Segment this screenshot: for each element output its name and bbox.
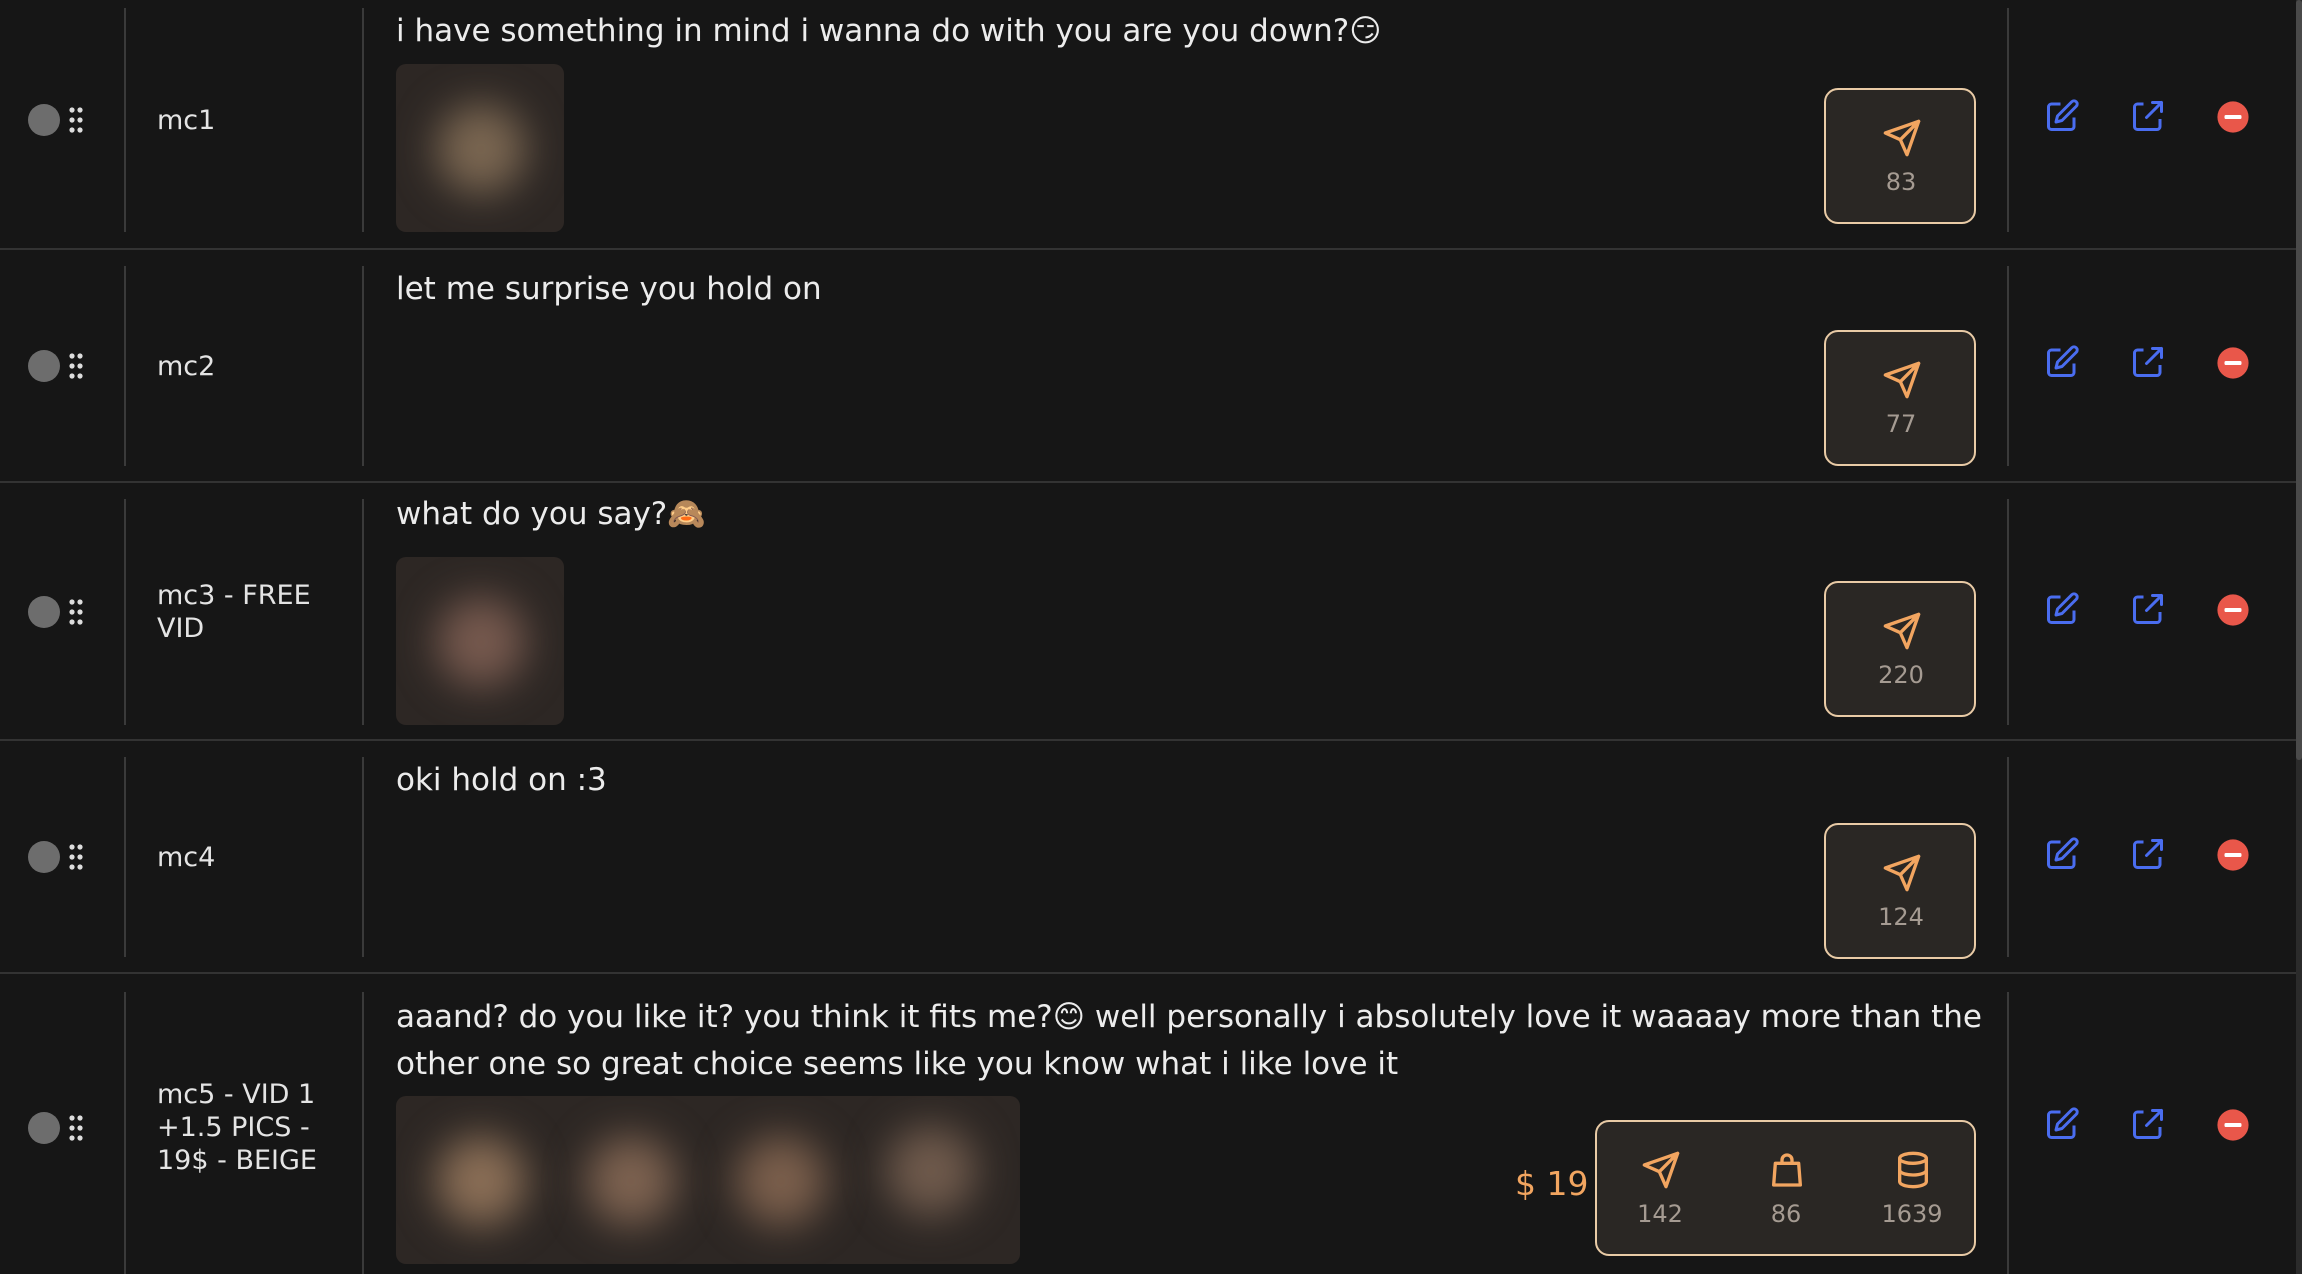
delete-icon[interactable] [2216, 100, 2250, 134]
row-label: mc4 [157, 842, 216, 873]
column-divider [362, 8, 364, 232]
column-divider [362, 757, 364, 957]
stats-box: 142 86 1639 [1595, 1120, 1976, 1256]
scrollbar-thumb[interactable] [2296, 0, 2302, 760]
message-text: oki hold on :3 [396, 762, 607, 798]
edit-icon[interactable] [2044, 98, 2080, 134]
send-icon [1642, 1151, 1680, 1189]
price-label: $ 19 [1515, 1164, 1589, 1203]
column-divider [124, 499, 126, 725]
column-divider [362, 266, 364, 466]
column-divider [2007, 992, 2009, 1274]
edit-icon[interactable] [2044, 1106, 2080, 1142]
share-icon[interactable] [2130, 836, 2166, 872]
message-text: let me surprise you hold on [396, 271, 822, 307]
edit-icon[interactable] [2044, 591, 2080, 627]
message-text: i have something in mind i wanna do with… [396, 13, 1382, 49]
drag-handle-icon[interactable] [68, 844, 84, 870]
stat-count: 220 [1878, 661, 1924, 689]
message-text: what do you say?🙈 [396, 496, 706, 532]
delete-icon[interactable] [2216, 593, 2250, 627]
column-divider [124, 992, 126, 1274]
stat-sent: 83 [1838, 90, 1964, 222]
send-icon [1883, 119, 1921, 157]
send-icon [1883, 854, 1921, 892]
select-radio[interactable] [28, 596, 60, 628]
message-table: mc1 i have something in mind i wanna do … [0, 0, 2296, 1274]
column-divider [2007, 266, 2009, 466]
message-text: aaand? do you like it? you think it fits… [396, 999, 1982, 1082]
drag-handle-icon[interactable] [68, 107, 84, 133]
table-row: mc1 i have something in mind i wanna do … [0, 0, 2296, 250]
column-divider [2007, 757, 2009, 957]
stat-count: 83 [1885, 168, 1917, 196]
stat-sent: 142 [1597, 1122, 1723, 1254]
edit-icon[interactable] [2044, 344, 2080, 380]
select-radio[interactable] [28, 350, 60, 382]
delete-icon[interactable] [2216, 838, 2250, 872]
row-label: mc1 [157, 105, 216, 136]
table-row: mc4 oki hold on :3 124 [0, 741, 2296, 974]
share-icon[interactable] [2130, 98, 2166, 134]
column-divider [362, 499, 364, 725]
column-divider [2007, 499, 2009, 725]
stat-sent: 124 [1838, 825, 1964, 957]
column-divider [124, 266, 126, 466]
stats-box: 124 [1824, 823, 1976, 959]
drag-handle-icon[interactable] [68, 599, 84, 625]
select-radio[interactable] [28, 841, 60, 873]
column-divider [362, 992, 364, 1274]
table-row: mc5 - VID 1 +1.5 PICS - 19$ - BEIGE aaan… [0, 974, 2296, 1274]
select-radio[interactable] [28, 104, 60, 136]
table-row: mc3 - FREE VID what do you say?🙈 220 [0, 483, 2296, 741]
media-thumbnail[interactable] [396, 64, 564, 232]
stats-box: 220 [1824, 581, 1976, 717]
edit-icon[interactable] [2044, 836, 2080, 872]
row-label: mc5 - VID 1 +1.5 PICS - 19$ - BEIGE [157, 1079, 317, 1176]
stat-count: 77 [1885, 410, 1917, 438]
table-row: mc2 let me surprise you hold on 77 [0, 250, 2296, 483]
stat-count: 1639 [1881, 1200, 1943, 1228]
stat-count: 124 [1878, 903, 1924, 931]
send-icon [1883, 361, 1921, 399]
send-icon [1883, 612, 1921, 650]
stats-box: 83 [1824, 88, 1976, 224]
share-icon[interactable] [2130, 344, 2166, 380]
share-icon[interactable] [2130, 591, 2166, 627]
share-icon[interactable] [2130, 1106, 2166, 1142]
row-label: mc2 [157, 351, 216, 382]
column-divider [2007, 8, 2009, 232]
stat-sent: 220 [1838, 583, 1964, 715]
drag-handle-icon[interactable] [68, 353, 84, 379]
stat-sent: 77 [1838, 332, 1964, 464]
delete-icon[interactable] [2216, 346, 2250, 380]
drag-handle-icon[interactable] [68, 1115, 84, 1141]
stat-count: 86 [1770, 1200, 1802, 1228]
media-thumbnail[interactable] [396, 557, 564, 725]
stat-purchased: 86 [1723, 1122, 1849, 1254]
stats-box: 77 [1824, 330, 1976, 466]
delete-icon[interactable] [2216, 1108, 2250, 1142]
column-divider [124, 8, 126, 232]
column-divider [124, 757, 126, 957]
media-thumbnail-strip[interactable] [396, 1096, 1020, 1264]
select-radio[interactable] [28, 1112, 60, 1144]
shopping-bag-icon [1772, 1153, 1802, 1187]
scrollbar-track[interactable] [2296, 0, 2302, 1274]
database-icon [1898, 1151, 1928, 1189]
stat-total: 1639 [1849, 1122, 1975, 1254]
row-label: mc3 - FREE VID [157, 580, 311, 644]
stat-count: 142 [1637, 1200, 1683, 1228]
